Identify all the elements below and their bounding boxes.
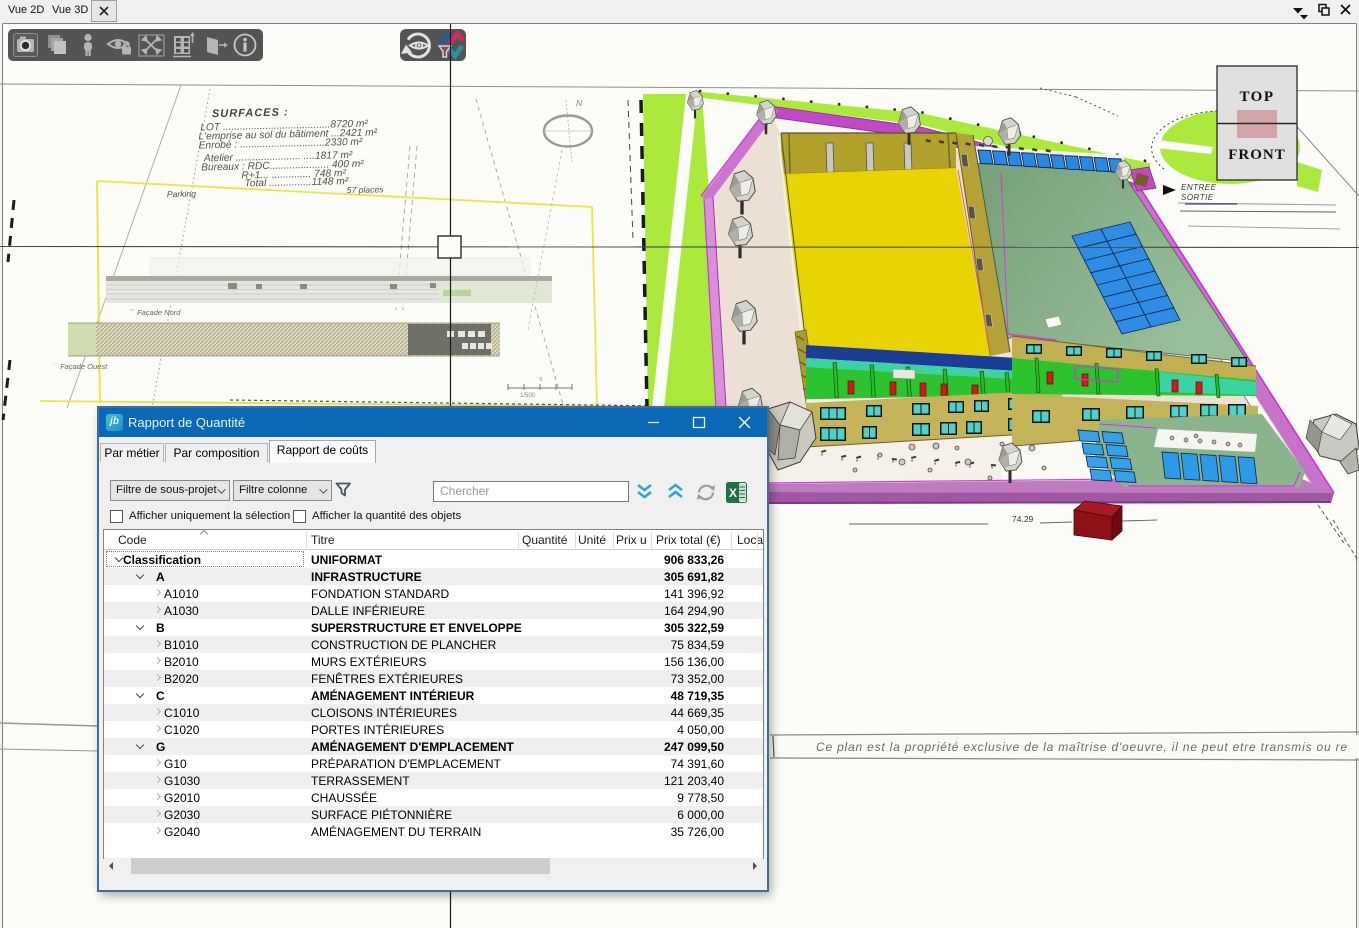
svg-text:Parking: Parking — [167, 189, 197, 200]
svg-text:SURFACES :: SURFACES : — [212, 106, 289, 120]
svg-text:57 places: 57 places — [347, 184, 385, 195]
svg-text:˙˙ Façade Ouest: ˙˙ Façade Ouest — [53, 362, 108, 371]
svg-text:SORTIE: SORTIE — [1181, 193, 1214, 202]
svg-text:X: X — [729, 486, 737, 500]
svg-text:Ce plan est la propriété exclu: Ce plan est la propriété exclusive de la… — [816, 740, 1348, 754]
svg-text:74.29: 74.29 — [1012, 514, 1034, 524]
svg-text:ENTREE: ENTREE — [1181, 183, 1217, 192]
svg-text:TOP: TOP — [1239, 89, 1274, 105]
svg-text:FRONT: FRONT — [1228, 147, 1286, 163]
svg-text:˙ 5: ˙ 5 — [536, 377, 542, 383]
svg-text:ˆ˙ Façade Nord: ˆ˙ Façade Nord — [130, 308, 181, 317]
svg-text:1/500: 1/500 — [520, 393, 536, 399]
svg-text:N: N — [576, 98, 583, 108]
